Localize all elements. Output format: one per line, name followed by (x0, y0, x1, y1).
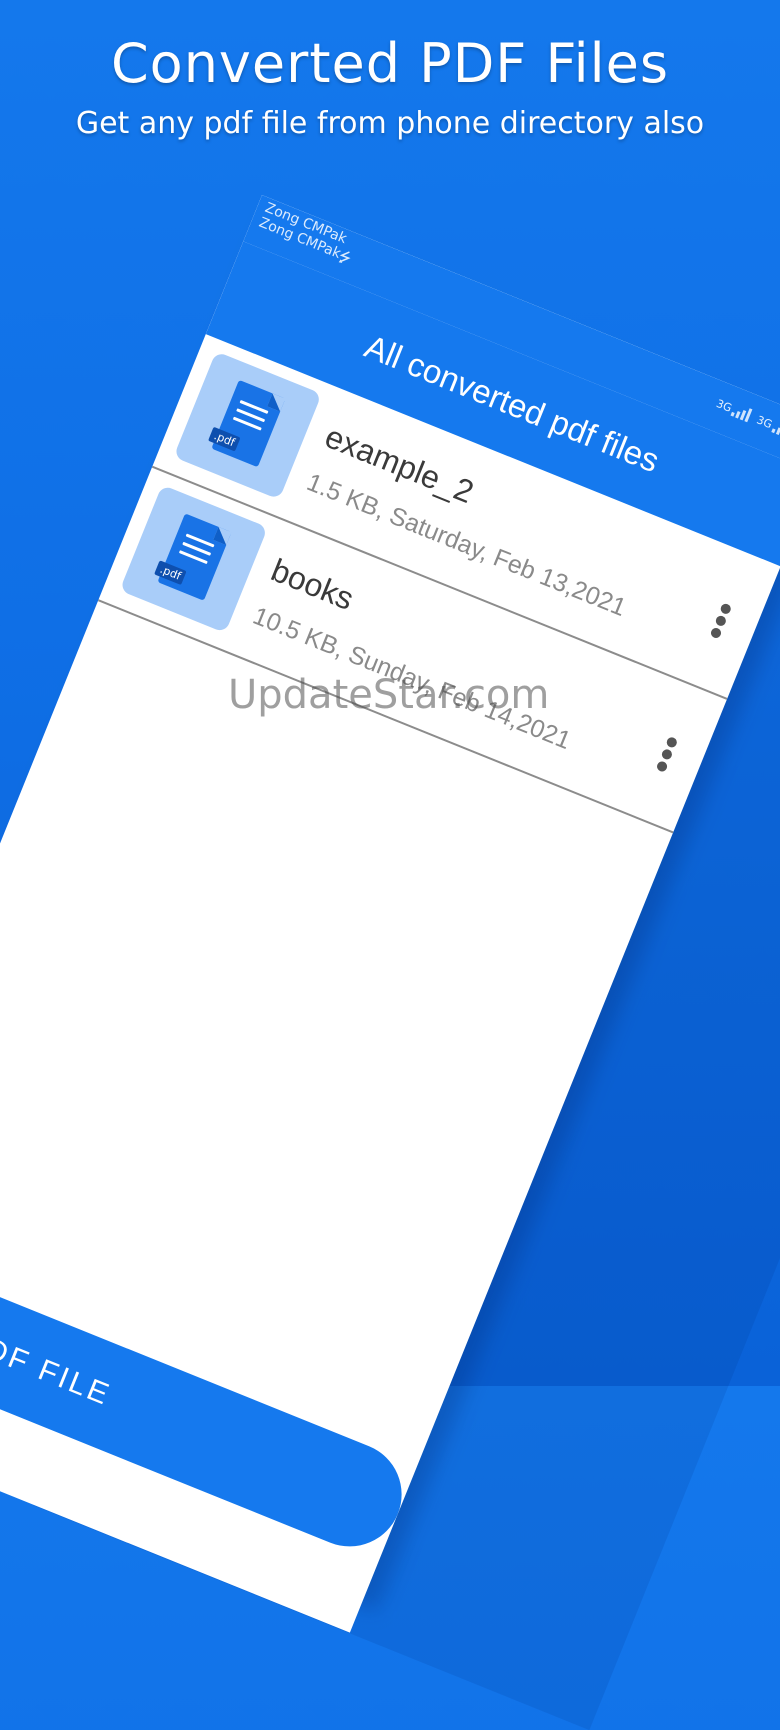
network-indicator: 3G (714, 396, 753, 423)
signal-icon (730, 403, 753, 423)
promo-subtitle: Get any pdf file from phone directory al… (75, 106, 705, 141)
pick-pdf-file-button[interactable]: PICK PDF FILE (0, 1233, 418, 1563)
promo-title: Converted PDF Files (110, 32, 670, 95)
document-icon: .pdf (154, 513, 232, 601)
watermark: UpdateStar.com (228, 672, 550, 718)
pdf-badge: .pdf (154, 560, 187, 586)
more-options-icon[interactable] (696, 596, 743, 654)
more-options-icon[interactable] (642, 729, 689, 787)
document-icon: .pdf (208, 379, 286, 468)
pdf-file-icon: .pdf (173, 351, 322, 500)
pdf-badge: .pdf (208, 426, 241, 452)
network-indicator: 3G (755, 412, 780, 438)
pdf-file-icon: .pdf (119, 484, 268, 634)
file-name: books (266, 551, 359, 617)
